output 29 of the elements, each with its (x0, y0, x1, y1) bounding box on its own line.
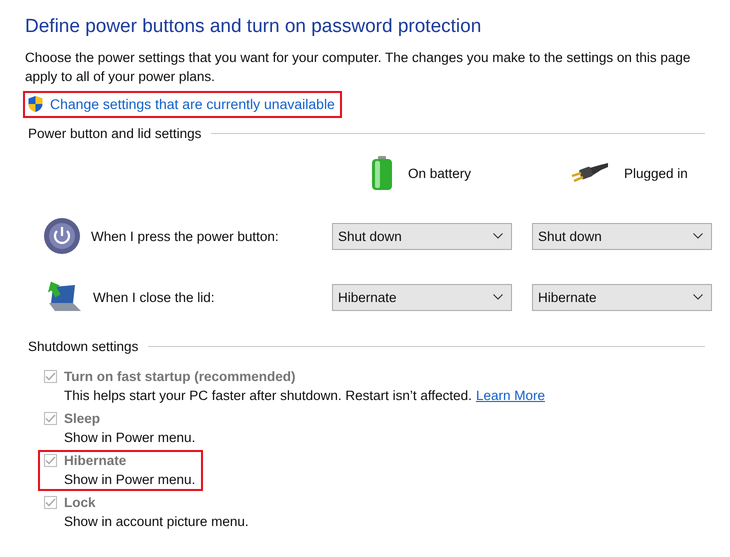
section-heading: Shutdown settings (28, 339, 138, 354)
battery-icon (370, 155, 394, 191)
power-icon (43, 217, 81, 255)
shield-icon (27, 95, 44, 113)
plug-icon (570, 161, 610, 185)
chevron-down-icon (493, 294, 503, 300)
setting-label: When I close the lid: (93, 290, 215, 304)
setting-label: When I press the power button: (91, 228, 279, 244)
dropdown[interactable]: Shut down (332, 222, 512, 250)
chevron-down-icon (493, 233, 503, 239)
page-title: Define power buttons and turn on password protection (25, 16, 482, 38)
section-heading: Power button and lid settings (28, 126, 202, 141)
dropdown[interactable]: Hibernate (532, 284, 712, 310)
option-label: Lock (64, 495, 96, 510)
option-description: Show in account picture menu. (64, 514, 249, 529)
option-label: Turn on fast startup (recommended) (64, 369, 296, 384)
option-description: Show in Power menu. (64, 472, 196, 487)
option-description: This helps start your PC faster after shutdown. Restart isn’t affected. (64, 388, 472, 403)
option-description: Show in Power menu. (64, 430, 196, 445)
option-label: Hibernate (64, 453, 126, 468)
option-label: Sleep (64, 411, 100, 426)
chevron-down-icon (693, 233, 703, 239)
chevron-down-icon (693, 294, 703, 300)
dropdown[interactable]: Hibernate (332, 284, 512, 310)
dropdown[interactable]: Shut down (532, 222, 712, 250)
change-settings-link[interactable]: Change settings that are currently unavailable (50, 96, 335, 112)
intro-text: Choose the power settings that you want for your computer. The changes you make to the settings on this page apply to all of your power plans. (25, 49, 692, 86)
column-heading: On battery (408, 166, 472, 180)
column-heading: Plugged in (624, 166, 688, 180)
